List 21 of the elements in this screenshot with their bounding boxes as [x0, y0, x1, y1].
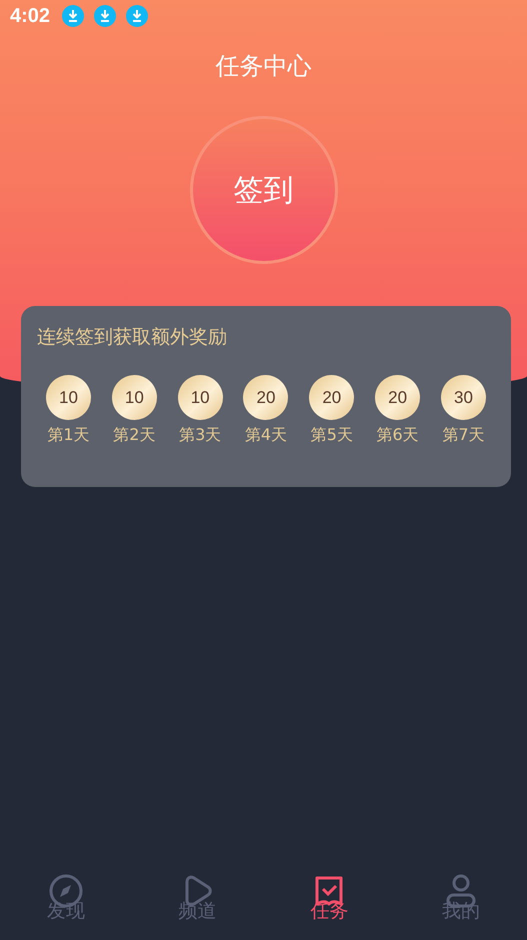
day-label: 第6天: [376, 425, 419, 446]
day-label: 第4天: [244, 425, 288, 446]
day-label: 第5天: [310, 425, 353, 446]
day-label: 第2天: [113, 425, 156, 446]
day-label: 第3天: [179, 425, 222, 446]
reward-coin: 10: [112, 375, 157, 420]
checkin-button[interactable]: 签到: [190, 116, 338, 264]
page-title: 任务中心: [216, 51, 312, 82]
reward-coin: 20: [375, 375, 420, 420]
reward-coin: 10: [46, 375, 91, 420]
status-time: 4:02: [10, 4, 50, 28]
download-icon: [62, 5, 84, 27]
day-label: 第1天: [47, 425, 90, 446]
rewards-heading: 连续签到获取额外奖励: [37, 325, 228, 350]
reward-coin: 20: [243, 375, 288, 420]
reward-coin: 10: [178, 375, 223, 420]
reward-coin: 30: [440, 375, 486, 420]
download-icon: [94, 5, 116, 27]
day-label: 第7天: [442, 425, 485, 446]
reward-coin: 20: [309, 375, 354, 420]
download-icon: [126, 5, 148, 27]
